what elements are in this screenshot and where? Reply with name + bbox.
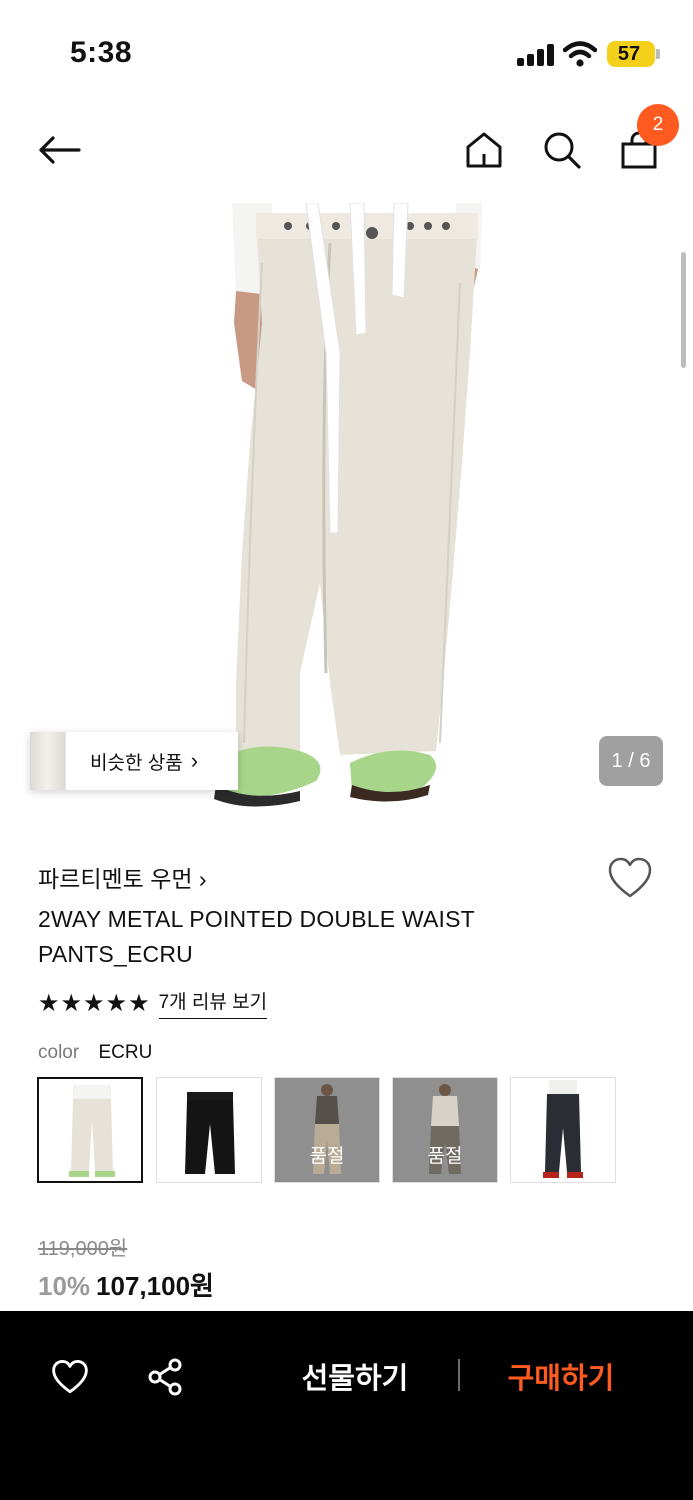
bottom-action-bar: 선물하기 구매하기 (0, 1311, 693, 1500)
product-image[interactable] (0, 203, 693, 813)
discount-rate: 10% (38, 1271, 91, 1301)
color-label: color (38, 1042, 80, 1063)
battery-icon: 57 (607, 41, 660, 67)
cart-count-badge: 2 (637, 104, 679, 146)
like-button[interactable] (46, 1353, 94, 1401)
swatch-image (157, 1078, 261, 1182)
wishlist-button[interactable] (606, 856, 654, 900)
sale-price: 107,100원 (96, 1271, 214, 1301)
heart-icon (608, 857, 652, 898)
color-swatch-ecru[interactable] (37, 1077, 143, 1183)
swatch-image (511, 1078, 615, 1182)
soldout-badge: 품절 (427, 1146, 463, 1167)
status-bar: 5:38 57 (0, 0, 693, 100)
status-time: 5:38 (70, 36, 133, 69)
rating-row: ★★★★★ 7개 리뷰 보기 (38, 987, 268, 1019)
share-button[interactable] (141, 1353, 189, 1401)
color-value: ECRU (98, 1042, 153, 1063)
soldout-badge: 품절 (309, 1146, 345, 1167)
color-swatch-soldout-2[interactable]: 품절 (392, 1077, 498, 1183)
home-icon (466, 132, 502, 168)
swatch-image (39, 1079, 141, 1181)
back-arrow-icon (39, 136, 81, 164)
color-row: color ECRU (38, 1042, 152, 1064)
wifi-icon (563, 41, 597, 67)
search-button[interactable] (534, 122, 590, 178)
product-photo (0, 203, 693, 813)
search-icon (544, 132, 581, 169)
image-page-counter: 1 / 6 (599, 736, 663, 786)
brand-name: 파르티멘토 우먼 (38, 866, 193, 892)
top-nav (0, 100, 693, 200)
gift-button[interactable]: 선물하기 (280, 1355, 430, 1397)
similar-thumbnail (30, 732, 66, 790)
share-icon (148, 1358, 182, 1396)
price-row: 10% 107,100원 (38, 1266, 214, 1303)
original-price: 119,000원 (38, 1238, 128, 1260)
battery-level: 57 (617, 43, 641, 65)
cellular-signal-icon (517, 44, 555, 66)
color-swatch-black[interactable] (156, 1077, 262, 1183)
similar-products-label: 비슷한 상품 (90, 752, 183, 774)
divider (458, 1359, 460, 1391)
buy-button[interactable]: 구매하기 (486, 1355, 636, 1397)
chevron-right-icon: › (190, 748, 199, 773)
heart-icon (52, 1360, 88, 1394)
back-button[interactable] (31, 122, 87, 178)
chevron-right-icon: › (198, 866, 207, 892)
scroll-indicator[interactable] (681, 252, 686, 368)
similar-products-button[interactable]: 비슷한 상품 › (30, 732, 238, 790)
product-title: 2WAY METAL POINTED DOUBLE WAIST PANTS_EC… (38, 906, 475, 967)
review-link[interactable]: 7개 리뷰 보기 (158, 987, 268, 1019)
color-swatch-soldout-1[interactable]: 품절 (274, 1077, 380, 1183)
brand-link[interactable]: 파르티멘토 우먼 › (38, 860, 207, 894)
color-swatch-charcoal[interactable] (510, 1077, 616, 1183)
star-rating-icon: ★★★★★ (38, 989, 151, 1017)
home-button[interactable] (456, 122, 512, 178)
